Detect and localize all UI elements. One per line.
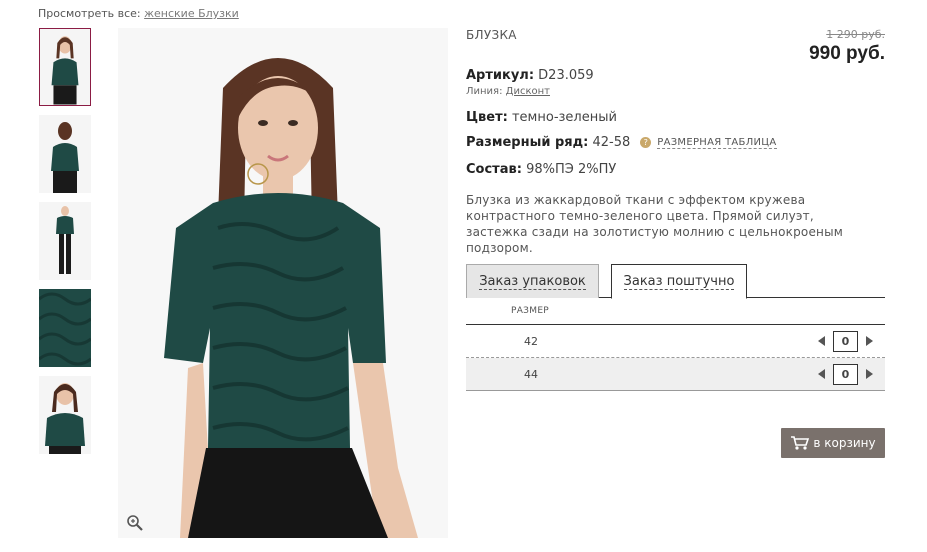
thumbnail-front[interactable] [39,28,91,106]
quantity-stepper: 0 [818,363,873,385]
size-quantity-table: РАЗМЕР 42 0 44 0 [466,298,885,391]
line-link[interactable]: Дисконт [506,86,550,97]
quantity-stepper: 0 [818,330,873,352]
tab-order-pieces[interactable]: Заказ поштучно [611,264,747,299]
increase-arrow-icon[interactable] [866,369,873,379]
current-price: 990 руб. [809,43,885,64]
composition-label: Состав: [466,162,522,177]
main-product-photo[interactable] [118,28,448,538]
color-value: темно-зеленый [511,110,617,125]
article-row: Артикул: D23.059 [466,68,594,83]
thumbnail-model-close[interactable] [39,376,91,454]
tab-order-packs[interactable]: Заказ упаковок [466,264,599,298]
article-value: D23.059 [538,68,594,83]
size-row: 42 0 [466,325,885,358]
tab-order-packs-label: Заказ упаковок [479,273,586,290]
color-row: Цвет: темно-зеленый [466,110,617,125]
size-range-label: Размерный ряд: [466,135,589,150]
size-row: 44 0 [466,358,885,391]
tab-order-pieces-label: Заказ поштучно [623,273,735,290]
view-all-link[interactable]: женские Блузки [144,7,239,20]
decrease-arrow-icon[interactable] [818,336,825,346]
product-info: БЛУЗКА 1 290 руб. 990 руб. Артикул: D23.… [466,28,885,458]
size-table-link[interactable]: РАЗМЕРНАЯ ТАБЛИЦА [657,137,777,149]
size-value: 42 [524,334,538,348]
line-label: Линия: [466,86,503,97]
price-box: 1 290 руб. 990 руб. [809,28,885,65]
thumbnail-back[interactable] [39,115,91,193]
size-value: 44 [524,367,538,381]
question-icon: ? [640,137,652,148]
composition-row: Состав: 98%ПЭ 2%ПУ [466,162,616,177]
increase-arrow-icon[interactable] [866,336,873,346]
cart-icon [791,436,810,450]
view-all-breadcrumb: Просмотреть все: женские Блузки [38,7,239,20]
quantity-input[interactable]: 0 [833,330,858,352]
old-price: 1 290 руб. [826,28,885,41]
product-description: Блузка из жаккардовой ткани с эффектом к… [466,193,843,255]
add-to-cart-label: в корзину [813,436,876,450]
composition-value: 98%ПЭ 2%ПУ [526,162,617,177]
color-label: Цвет: [466,110,508,125]
thumbnail-full-length[interactable] [39,202,91,280]
size-range-value: 42-58 [592,135,631,150]
size-column-header: РАЗМЕР [466,298,885,325]
zoom-icon[interactable] [126,514,144,532]
thumbnail-fabric-detail[interactable] [39,289,91,367]
thumbnail-gallery [39,28,92,463]
line-row: Линия: Дисконт [466,86,550,97]
article-label: Артикул: [466,68,535,83]
decrease-arrow-icon[interactable] [818,369,825,379]
order-tabs: Заказ упаковок Заказ поштучно [466,264,885,299]
size-range-row: Размерный ряд: 42-58 ? РАЗМЕРНАЯ ТАБЛИЦА [466,135,777,150]
add-to-cart-button[interactable]: в корзину [781,428,885,458]
quantity-input[interactable]: 0 [833,363,858,385]
view-all-prefix: Просмотреть все: [38,7,141,20]
